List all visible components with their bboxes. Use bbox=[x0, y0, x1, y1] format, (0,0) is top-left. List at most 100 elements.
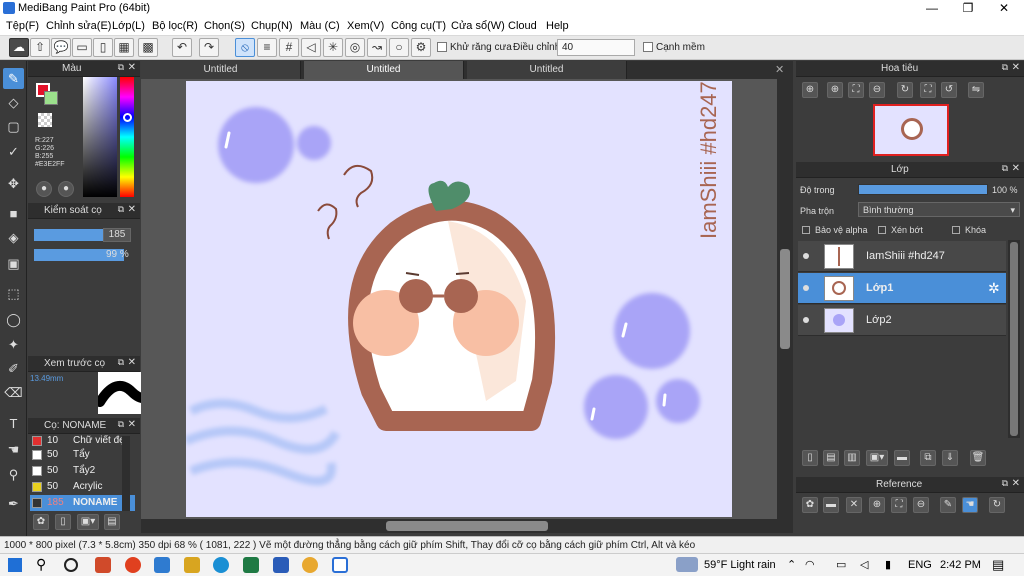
magic-wand-tool-icon[interactable]: ✦ bbox=[3, 334, 24, 355]
brush-add-icon[interactable]: ✿ bbox=[33, 514, 49, 530]
undock-icon[interactable]: ⧉ bbox=[1002, 62, 1008, 73]
zoom-in-icon[interactable]: ⊕ bbox=[802, 82, 818, 98]
tab-untitled-1[interactable]: Untitled bbox=[141, 61, 301, 79]
undock-icon[interactable]: ⧉ bbox=[118, 62, 124, 73]
menu-edit[interactable]: Chỉnh sửa(E) bbox=[46, 20, 111, 32]
layer-opacity-slider[interactable] bbox=[858, 184, 988, 195]
tab-untitled-3[interactable]: Untitled bbox=[467, 61, 627, 79]
visibility-icon[interactable] bbox=[803, 317, 809, 323]
transparent-swatch[interactable] bbox=[38, 113, 52, 127]
layer-row-lop2[interactable]: Lớp2 bbox=[798, 305, 1006, 336]
shape-tool-icon[interactable]: ▢ bbox=[3, 116, 24, 137]
radial-snap-icon[interactable]: ✳ bbox=[323, 38, 343, 57]
fit-screen-icon[interactable]: ⛶ bbox=[848, 82, 864, 98]
close-button[interactable]: ✕ bbox=[986, 0, 1022, 17]
close-icon[interactable]: ✕ bbox=[128, 62, 136, 73]
menu-tools[interactable]: Công cụ(T) bbox=[391, 20, 446, 32]
edge-icon[interactable] bbox=[213, 557, 229, 573]
powerpoint-icon[interactable] bbox=[95, 557, 111, 573]
zoom-in-2-icon[interactable]: ⊕ bbox=[827, 82, 843, 98]
chrome-dev-icon[interactable] bbox=[125, 557, 141, 573]
reference-zoom-out-icon[interactable]: ⊖ bbox=[913, 497, 929, 513]
layer-row-watermark[interactable]: IamShiii #hd247 bbox=[798, 241, 1006, 272]
word-icon[interactable] bbox=[273, 557, 289, 573]
menu-select[interactable]: Chọn(S) bbox=[204, 20, 245, 32]
comment-icon[interactable]: 💬 bbox=[51, 38, 71, 57]
reference-fit-icon[interactable]: ⛶ bbox=[891, 497, 907, 513]
eyedropper-tool-icon[interactable]: ⚲ bbox=[3, 464, 24, 485]
canvas-area[interactable]: IamShiii #hd247 bbox=[141, 79, 777, 519]
parallel-snap-icon[interactable]: ≡ bbox=[257, 38, 277, 57]
page-icon[interactable]: ▯ bbox=[93, 38, 113, 57]
layer-row-lop1[interactable]: Lớp1 ✲ bbox=[798, 273, 1006, 304]
minimize-button[interactable]: — bbox=[914, 0, 950, 17]
rotate-icon[interactable]: ↻ bbox=[897, 82, 913, 98]
perspective-snap-icon[interactable]: ◁ bbox=[301, 38, 321, 57]
language-indicator[interactable]: ENG bbox=[908, 559, 932, 571]
undo-icon[interactable]: ↶ bbox=[172, 38, 192, 57]
horizontal-scroll-thumb[interactable] bbox=[386, 521, 548, 531]
circle-snap-icon[interactable]: ○ bbox=[389, 38, 409, 57]
file-explorer-icon[interactable] bbox=[184, 557, 200, 573]
search-icon[interactable]: ⚲ bbox=[36, 556, 46, 573]
volume-icon[interactable]: ◁ bbox=[860, 558, 868, 571]
adjust-select[interactable]: 40 bbox=[557, 39, 635, 56]
undock-icon[interactable]: ⧉ bbox=[1002, 163, 1008, 174]
tab-untitled-2[interactable]: Untitled bbox=[304, 61, 464, 79]
navigator-thumbnail[interactable] bbox=[873, 104, 949, 156]
menu-help[interactable]: Help bbox=[546, 20, 569, 32]
close-icon[interactable]: ✕ bbox=[128, 357, 136, 368]
duplicate-layer-icon[interactable]: ⧉ bbox=[920, 450, 936, 466]
hue-handle[interactable] bbox=[123, 113, 132, 122]
saturation-value-picker[interactable] bbox=[83, 77, 117, 197]
brush-menu-icon[interactable]: ▣▾ bbox=[77, 514, 99, 530]
brush-item[interactable]: 50 Tẩy2 bbox=[30, 463, 135, 479]
concentric-snap-icon[interactable]: ◎ bbox=[345, 38, 365, 57]
layers-scrollbar[interactable] bbox=[1008, 240, 1020, 438]
cortana-icon[interactable] bbox=[64, 558, 78, 572]
reference-rotate-icon[interactable]: ↻ bbox=[989, 497, 1005, 513]
monitor-icon[interactable] bbox=[154, 557, 170, 573]
canvas-vertical-scrollbar[interactable] bbox=[777, 79, 793, 519]
close-icon[interactable]: ✕ bbox=[128, 419, 136, 430]
brush-new-icon[interactable]: ▯ bbox=[55, 514, 71, 530]
layout-icon[interactable]: ▩ bbox=[138, 38, 158, 57]
palette-icon[interactable]: ● bbox=[36, 181, 52, 197]
smooth-edge-checkbox[interactable] bbox=[643, 42, 653, 52]
undock-icon[interactable]: ⧉ bbox=[118, 419, 124, 430]
network-icon[interactable]: ▭ bbox=[836, 558, 846, 571]
visibility-icon[interactable] bbox=[803, 253, 809, 259]
flip-icon[interactable]: ⇋ bbox=[968, 82, 984, 98]
reference-hand-icon[interactable]: ☚ bbox=[962, 497, 978, 513]
fill-rect-tool-icon[interactable]: ■ bbox=[3, 203, 24, 224]
upload-icon[interactable]: ⇧ bbox=[30, 38, 50, 57]
clock[interactable]: 2:42 PM bbox=[940, 559, 981, 571]
actual-size-icon[interactable]: ⛶ bbox=[920, 82, 936, 98]
brush-item[interactable]: 50 Tẩy bbox=[30, 447, 135, 463]
brush-tool-icon[interactable]: ✎ bbox=[3, 68, 24, 89]
brush-size-value[interactable]: 185 bbox=[103, 228, 131, 242]
settings-icon[interactable]: ⚙ bbox=[411, 38, 431, 57]
select-rect-tool-icon[interactable]: ⬚ bbox=[3, 283, 24, 304]
reference-open-icon[interactable]: ▬ bbox=[823, 497, 839, 513]
drawing-canvas[interactable]: IamShiii #hd247 bbox=[186, 81, 732, 517]
lock-checkbox[interactable] bbox=[952, 226, 960, 234]
reference-add-icon[interactable]: ✿ bbox=[802, 497, 818, 513]
excel-icon[interactable] bbox=[243, 557, 259, 573]
weather-text[interactable]: 59°F Light rain bbox=[704, 559, 776, 571]
antialias-checkbox[interactable] bbox=[437, 42, 447, 52]
menu-layer[interactable]: Lớp(L) bbox=[112, 20, 145, 32]
reference-close-icon[interactable]: ✕ bbox=[846, 497, 862, 513]
reference-eyedropper-icon[interactable]: ✎ bbox=[940, 497, 956, 513]
move-tool-icon[interactable]: ✥ bbox=[3, 173, 24, 194]
menu-color[interactable]: Màu (C) bbox=[300, 20, 340, 32]
brush-settings-icon[interactable]: ▤ bbox=[104, 514, 120, 530]
menu-view[interactable]: Xem(V) bbox=[347, 20, 384, 32]
palette-add-icon[interactable]: ● bbox=[58, 181, 74, 197]
notifications-icon[interactable]: ▤ bbox=[992, 557, 1004, 573]
close-icon[interactable]: ✕ bbox=[1012, 478, 1020, 489]
menu-window[interactable]: Cửa sổ(W) bbox=[451, 20, 505, 32]
select-pen-tool-icon[interactable]: ✐ bbox=[3, 358, 24, 379]
close-icon[interactable]: ✕ bbox=[128, 204, 136, 215]
menu-filter[interactable]: Bộ lọc(R) bbox=[152, 20, 198, 32]
